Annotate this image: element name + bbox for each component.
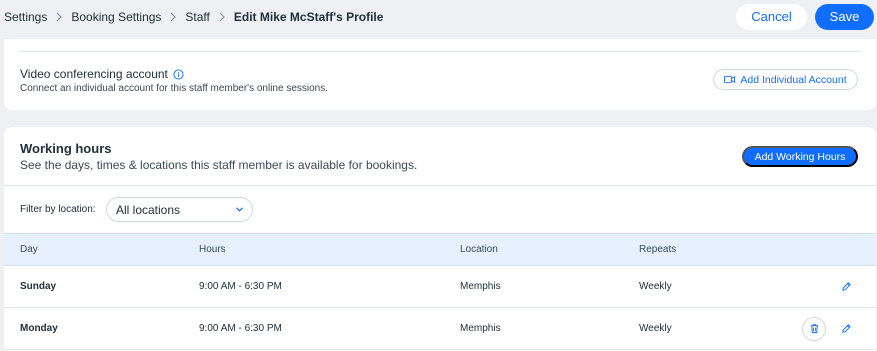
chevron-right-icon: [47, 12, 71, 22]
table-row[interactable]: Sunday 9:00 AM - 6:30 PM Memphis Weekly: [4, 266, 876, 308]
working-hours-subtitle: See the days, times & locations this sta…: [20, 158, 418, 172]
table-header: Day Hours Location Repeats: [4, 233, 876, 266]
row-hours: 9:00 AM - 6:30 PM: [199, 323, 282, 334]
cancel-button[interactable]: Cancel: [736, 3, 807, 30]
trash-icon: [809, 323, 820, 334]
location-filter-dropdown[interactable]: All locations: [106, 197, 253, 222]
breadcrumb: Settings Booking Settings Staff Edit Mik…: [4, 10, 383, 24]
video-conferencing-card: Video conferencing account Connect an in…: [4, 39, 876, 110]
add-working-hours-button[interactable]: Add Working Hours: [742, 146, 858, 167]
video-conferencing-heading: Video conferencing account: [20, 67, 184, 81]
video-conferencing-title: Video conferencing account: [20, 67, 168, 81]
breadcrumb-staff[interactable]: Staff: [185, 10, 209, 24]
pencil-icon: [841, 323, 852, 334]
column-header-day: Day: [20, 244, 38, 255]
column-header-location: Location: [460, 244, 498, 255]
filter-label: Filter by location:: [20, 204, 96, 215]
row-day: Monday: [20, 323, 58, 334]
chevron-down-icon: [236, 207, 243, 212]
add-individual-account-label: Add Individual Account: [740, 73, 847, 86]
row-repeats: Weekly: [639, 281, 672, 292]
row-hours: 9:00 AM - 6:30 PM: [199, 281, 282, 292]
delete-button[interactable]: [802, 316, 826, 341]
video-conferencing-subtitle: Connect an individual account for this s…: [20, 83, 328, 94]
column-header-repeats: Repeats: [639, 244, 677, 255]
video-camera-icon: [724, 75, 736, 84]
divider: [4, 185, 876, 186]
row-location: Memphis: [460, 281, 501, 292]
location-filter-value: All locations: [116, 202, 181, 217]
row-repeats: Weekly: [639, 323, 672, 334]
add-individual-account-button[interactable]: Add Individual Account: [713, 69, 858, 90]
breadcrumb-current-page: Edit Mike McStaff's Profile: [233, 9, 384, 24]
pencil-icon: [841, 281, 852, 292]
breadcrumb-booking-settings[interactable]: Booking Settings: [71, 10, 161, 24]
row-actions: [834, 266, 858, 307]
chevron-right-icon: [161, 12, 185, 22]
info-icon[interactable]: [173, 68, 184, 80]
row-actions: [802, 308, 858, 349]
divider: [20, 51, 860, 52]
table-row[interactable]: Monday 9:00 AM - 6:30 PM Memphis Weekly: [4, 308, 876, 350]
edit-button[interactable]: [834, 316, 858, 341]
top-bar: Settings Booking Settings Staff Edit Mik…: [0, 0, 877, 33]
save-button[interactable]: Save: [815, 3, 874, 30]
chevron-right-icon: [210, 12, 234, 22]
row-location: Memphis: [460, 323, 501, 334]
working-hours-title: Working hours: [20, 141, 112, 156]
working-hours-card: Working hours See the days, times & loca…: [4, 127, 876, 351]
header-actions: Cancel Save: [736, 3, 874, 30]
row-day: Sunday: [20, 281, 57, 292]
edit-button[interactable]: [834, 274, 858, 299]
breadcrumb-settings[interactable]: Settings: [4, 10, 47, 24]
column-header-hours: Hours: [199, 244, 226, 255]
